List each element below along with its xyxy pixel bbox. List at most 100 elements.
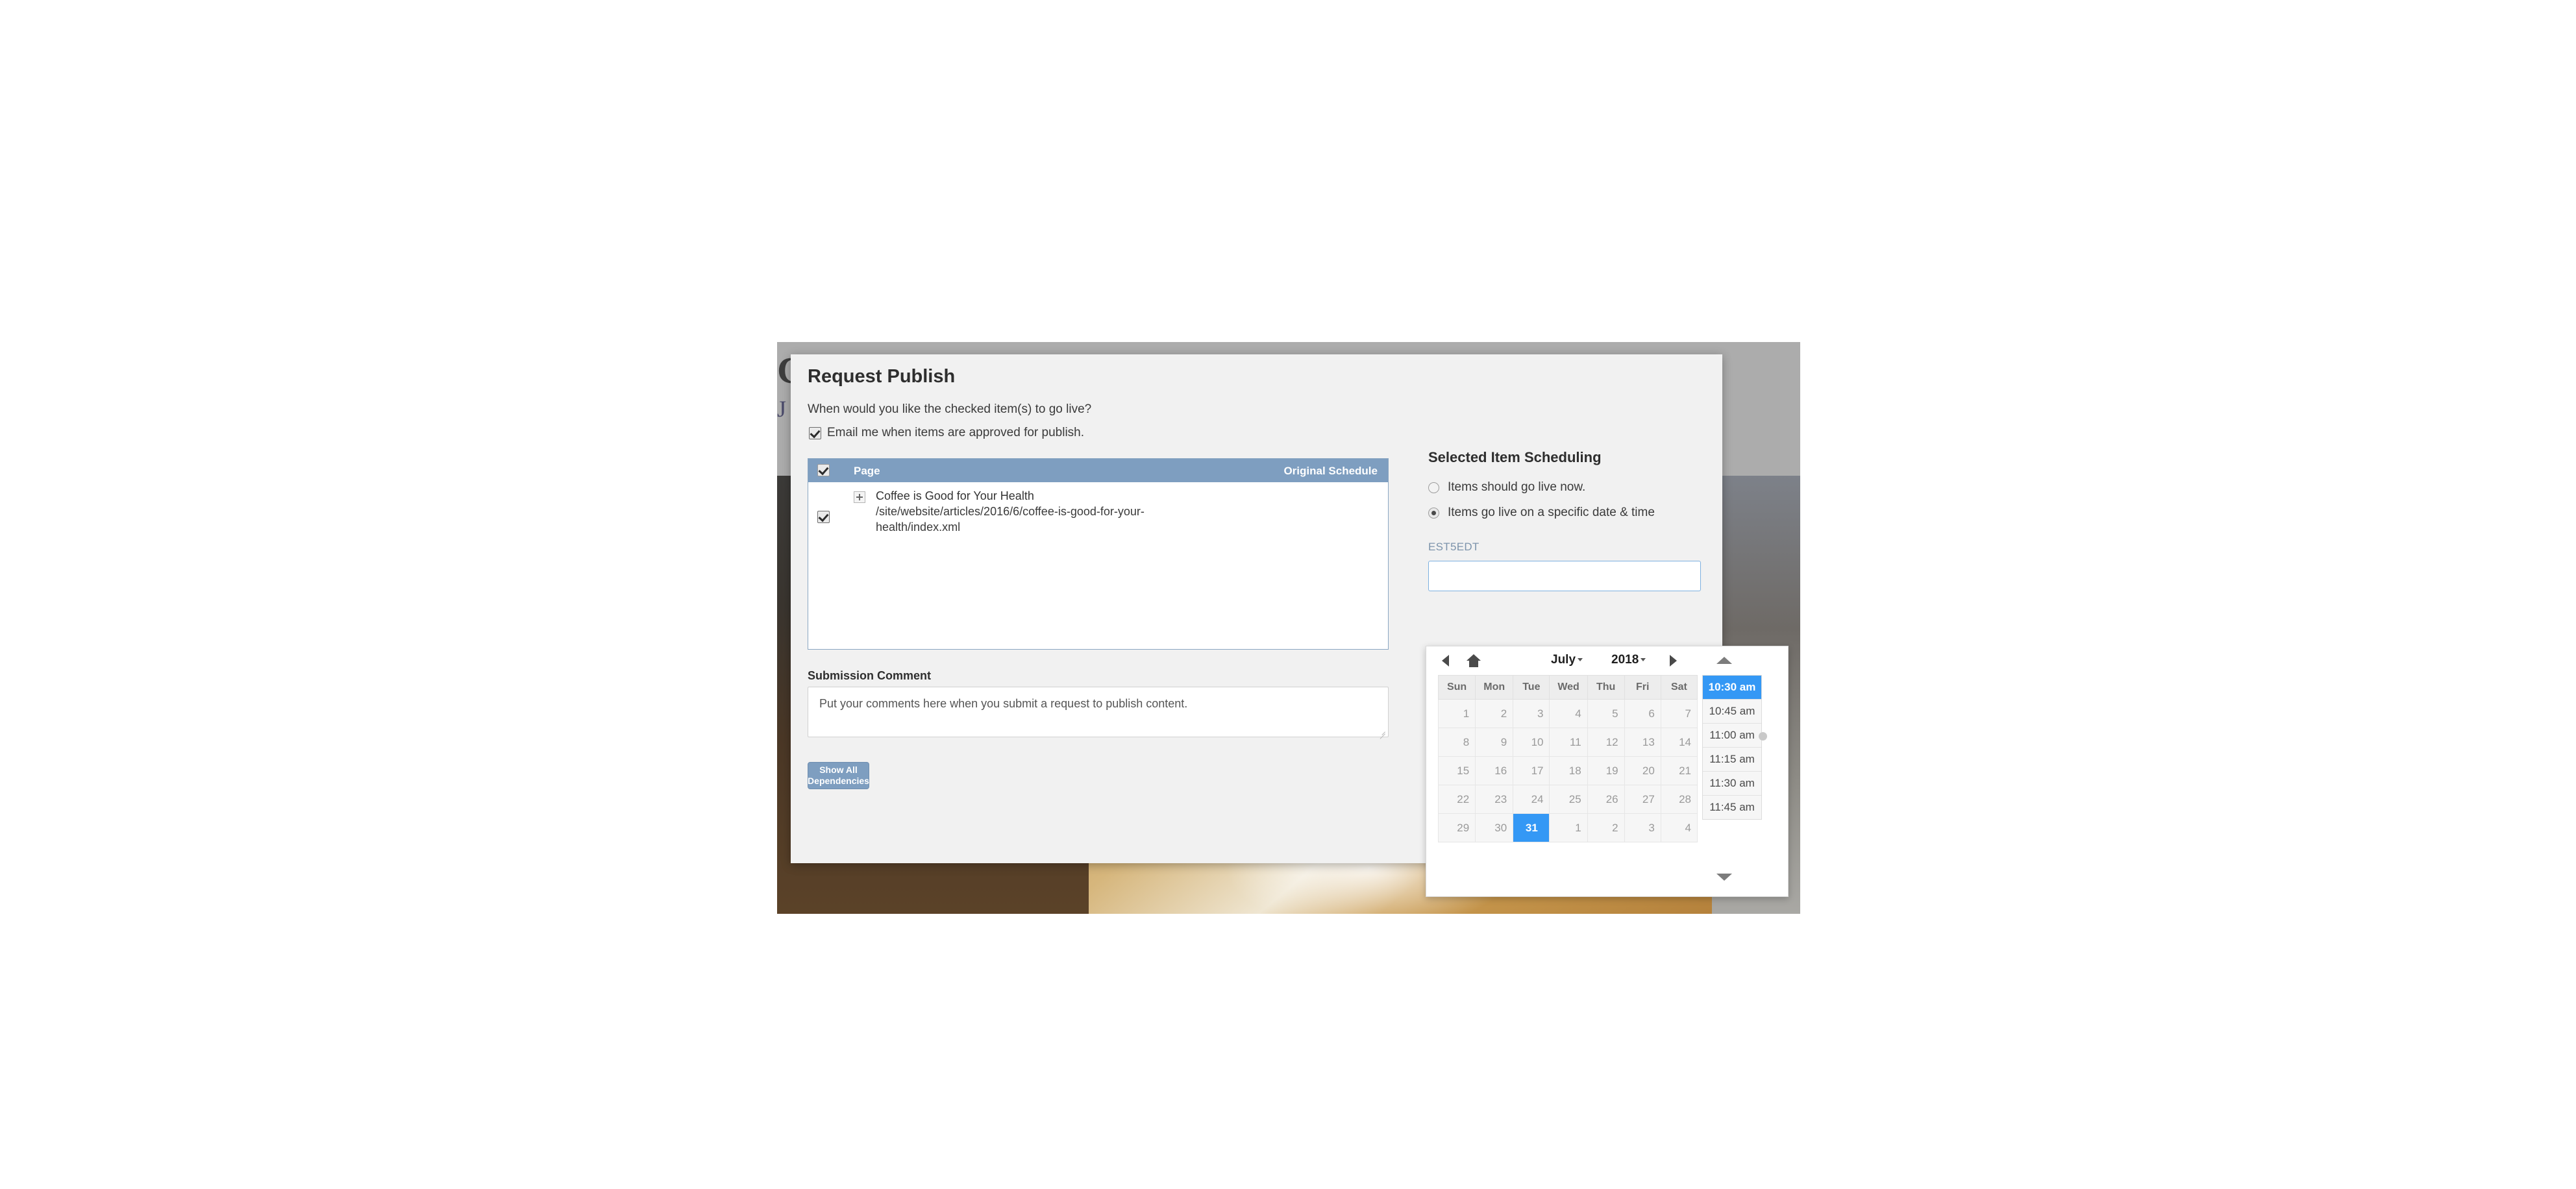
expand-row-icon[interactable] (854, 491, 865, 503)
calendar-day-selected[interactable]: 31 (1513, 813, 1550, 842)
time-list-scroll-indicator[interactable] (1759, 732, 1767, 741)
calendar-day[interactable]: 23 (1475, 785, 1514, 814)
calendar-day[interactable]: 1 (1549, 813, 1588, 842)
calendar-week-row: 29 30 31 1 2 3 4 (1437, 813, 1698, 842)
screen-canvas: Coffee is Good for Your Health J Request… (0, 0, 2576, 1189)
calendar-day[interactable]: 2 (1587, 813, 1625, 842)
calendar-day[interactable]: 19 (1587, 756, 1625, 785)
row-page-name: Coffee is Good for Your Health (876, 489, 1034, 502)
weekday-mon: Mon (1475, 675, 1514, 700)
calendar-day[interactable]: 11 (1549, 728, 1588, 757)
calendar-day[interactable]: 20 (1624, 756, 1661, 785)
radio-specific-date-input[interactable] (1428, 507, 1439, 519)
calendar-day[interactable]: 17 (1513, 756, 1550, 785)
calendar-day[interactable]: 2 (1475, 699, 1514, 728)
column-header-original-schedule: Original Schedule (1283, 465, 1378, 477)
calendar-day[interactable]: 3 (1624, 813, 1661, 842)
email-notification-row[interactable]: Email me when items are approved for pub… (809, 426, 1084, 440)
calendar-day[interactable]: 30 (1475, 813, 1514, 842)
datepicker-header: July 2018 (1426, 646, 1788, 674)
time-option[interactable]: 10:45 am (1703, 700, 1761, 724)
calendar-weekday-row: Sun Mon Tue Wed Thu Fri Sat (1437, 675, 1698, 700)
weekday-wed: Wed (1549, 675, 1588, 700)
calendar-day[interactable]: 6 (1624, 699, 1661, 728)
time-option[interactable]: 11:15 am (1703, 748, 1761, 772)
calendar-day[interactable]: 5 (1587, 699, 1625, 728)
time-option[interactable]: 11:45 am (1703, 796, 1761, 819)
radio-go-live-now-input[interactable] (1428, 482, 1439, 493)
submission-comment-placeholder: Put your comments here when you submit a… (819, 697, 1188, 710)
time-list[interactable]: 10:30 am 10:45 am 11:00 am 11:15 am 11:30 am… (1702, 675, 1762, 820)
calendar-day[interactable]: 29 (1437, 813, 1476, 842)
calendar-day[interactable]: 28 (1660, 785, 1698, 814)
caret-down-icon[interactable] (1716, 874, 1732, 881)
calendar-grid: Sun Mon Tue Wed Thu Fri Sat 1 2 3 4 5 6 7 8 9 10 1… (1437, 675, 1698, 842)
row-select-checkbox[interactable] (817, 511, 830, 523)
caret-up-icon[interactable] (1716, 657, 1732, 664)
calendar-day[interactable]: 22 (1437, 785, 1476, 814)
calendar-day[interactable]: 9 (1475, 728, 1514, 757)
dialog-title: Request Publish (808, 366, 956, 387)
month-selector[interactable]: July (1551, 653, 1583, 667)
chevron-down-icon (1578, 658, 1583, 662)
calendar-day[interactable]: 15 (1437, 756, 1476, 785)
calendar-days: 1 2 3 4 5 6 7 8 9 10 11 12 13 14 15 16 17 18 19 20 21 22 23 24 2… (1437, 699, 1698, 842)
table-body: Coffee is Good for Your Health /site/web… (808, 482, 1388, 649)
time-option-selected[interactable]: 10:30 am (1703, 676, 1761, 700)
calendar-day[interactable]: 24 (1513, 785, 1550, 814)
year-label: 2018 (1611, 653, 1639, 667)
calendar-week-row: 1234567 (1437, 699, 1698, 728)
calendar-day[interactable]: 16 (1475, 756, 1514, 785)
select-all-checkbox[interactable] (817, 464, 830, 476)
time-options: 10:30 am 10:45 am 11:00 am 11:15 am 11:30 am… (1703, 676, 1761, 819)
calendar-day[interactable]: 7 (1660, 699, 1698, 728)
time-option[interactable]: 11:30 am (1703, 772, 1761, 796)
calendar-day[interactable]: 3 (1513, 699, 1550, 728)
email-notification-checkbox[interactable] (809, 426, 821, 439)
year-selector[interactable]: 2018 (1611, 653, 1646, 667)
calendar-day[interactable]: 26 (1587, 785, 1625, 814)
calendar-day[interactable]: 4 (1660, 813, 1698, 842)
weekday-sat: Sat (1660, 675, 1698, 700)
weekday-sun: Sun (1437, 675, 1476, 700)
background-page-side-letter: J (777, 396, 787, 422)
calendar-day[interactable]: 14 (1660, 728, 1698, 757)
selected-item-scheduling-title: Selected Item Scheduling (1428, 449, 1602, 465)
radio-specific-date-label: Items go live on a specific date & time (1448, 506, 1655, 519)
calendar-day[interactable]: 10 (1513, 728, 1550, 757)
month-label: July (1551, 653, 1576, 667)
caret-left-icon[interactable] (1442, 655, 1449, 667)
calendar-week-row: 22 23 24 25 26 27 28 (1437, 785, 1698, 814)
resize-grip-icon[interactable] (1378, 727, 1385, 739)
radio-go-live-now-label: Items should go live now. (1448, 480, 1586, 494)
chevron-down-icon (1641, 658, 1646, 662)
publish-items-table: Page Original Schedule Coffee is Good fo… (808, 458, 1389, 650)
calendar-day[interactable]: 4 (1549, 699, 1588, 728)
home-icon[interactable] (1467, 654, 1481, 667)
email-notification-label: Email me when items are approved for pub… (827, 426, 1085, 439)
calendar-day[interactable]: 25 (1549, 785, 1588, 814)
table-header-row: Page Original Schedule (808, 459, 1388, 482)
time-option[interactable]: 11:00 am (1703, 724, 1761, 748)
calendar-day[interactable]: 8 (1437, 728, 1476, 757)
weekday-thu: Thu (1587, 675, 1625, 700)
calendar-week-row: 8 9 10 11 12 13 14 (1437, 728, 1698, 757)
dialog-question: When would you like the checked item(s) … (808, 402, 1092, 416)
weekday-fri: Fri (1624, 675, 1661, 700)
calendar-day[interactable]: 1 (1437, 699, 1476, 728)
calendar-day[interactable]: 27 (1624, 785, 1661, 814)
submission-comment-input[interactable]: Put your comments here when you submit a… (808, 687, 1389, 739)
calendar-day[interactable]: 21 (1660, 756, 1698, 785)
radio-option-specific-date[interactable]: Items go live on a specific date & time (1428, 506, 1655, 520)
radio-option-go-live-now[interactable]: Items should go live now. (1428, 480, 1585, 495)
submission-comment-label: Submission Comment (808, 669, 932, 682)
show-all-dependencies-button[interactable]: Show All Dependencies (808, 762, 869, 789)
calendar-day[interactable]: 18 (1549, 756, 1588, 785)
calendar-day[interactable]: 12 (1587, 728, 1625, 757)
calendar-day[interactable]: 13 (1624, 728, 1661, 757)
row-page-cell: Coffee is Good for Your Health /site/web… (876, 489, 1213, 535)
datetime-picker-popup: July 2018 Sun Mon Tue Wed Thu Fri Sat 12… (1426, 646, 1789, 897)
row-page-path: /site/website/articles/2016/6/coffee-is-… (876, 504, 1145, 533)
schedule-date-input[interactable] (1428, 561, 1701, 591)
caret-right-icon[interactable] (1670, 655, 1677, 667)
